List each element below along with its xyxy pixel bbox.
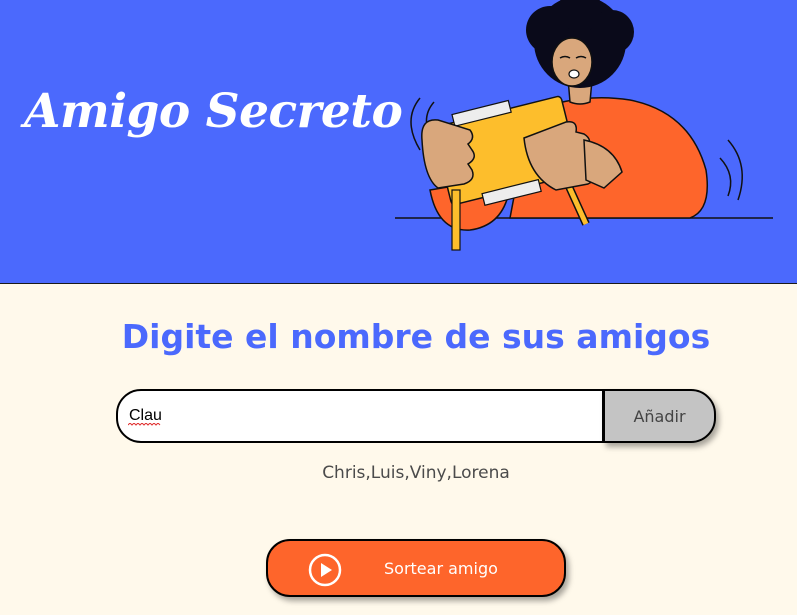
friends-list: Chris,Luis,Viny,Lorena: [322, 463, 510, 483]
friend-name-input[interactable]: [116, 389, 604, 443]
main-section: Digite el nombre de sus amigos Añadir Ch…: [0, 285, 797, 615]
page-subtitle: Digite el nombre de sus amigos: [121, 317, 711, 356]
header-banner: Amigo Secreto: [0, 0, 797, 284]
person-holding-gift-box-illustration: [395, 0, 773, 251]
play-circle-icon: [308, 553, 342, 587]
spellcheck-underline: [128, 423, 161, 426]
add-button[interactable]: Añadir: [603, 389, 716, 443]
draw-friend-button[interactable]: Sortear amigo: [266, 539, 566, 597]
name-input-row: Añadir: [116, 389, 716, 443]
app-title: Amigo Secreto: [24, 84, 403, 139]
draw-button-label: Sortear amigo: [384, 559, 498, 578]
